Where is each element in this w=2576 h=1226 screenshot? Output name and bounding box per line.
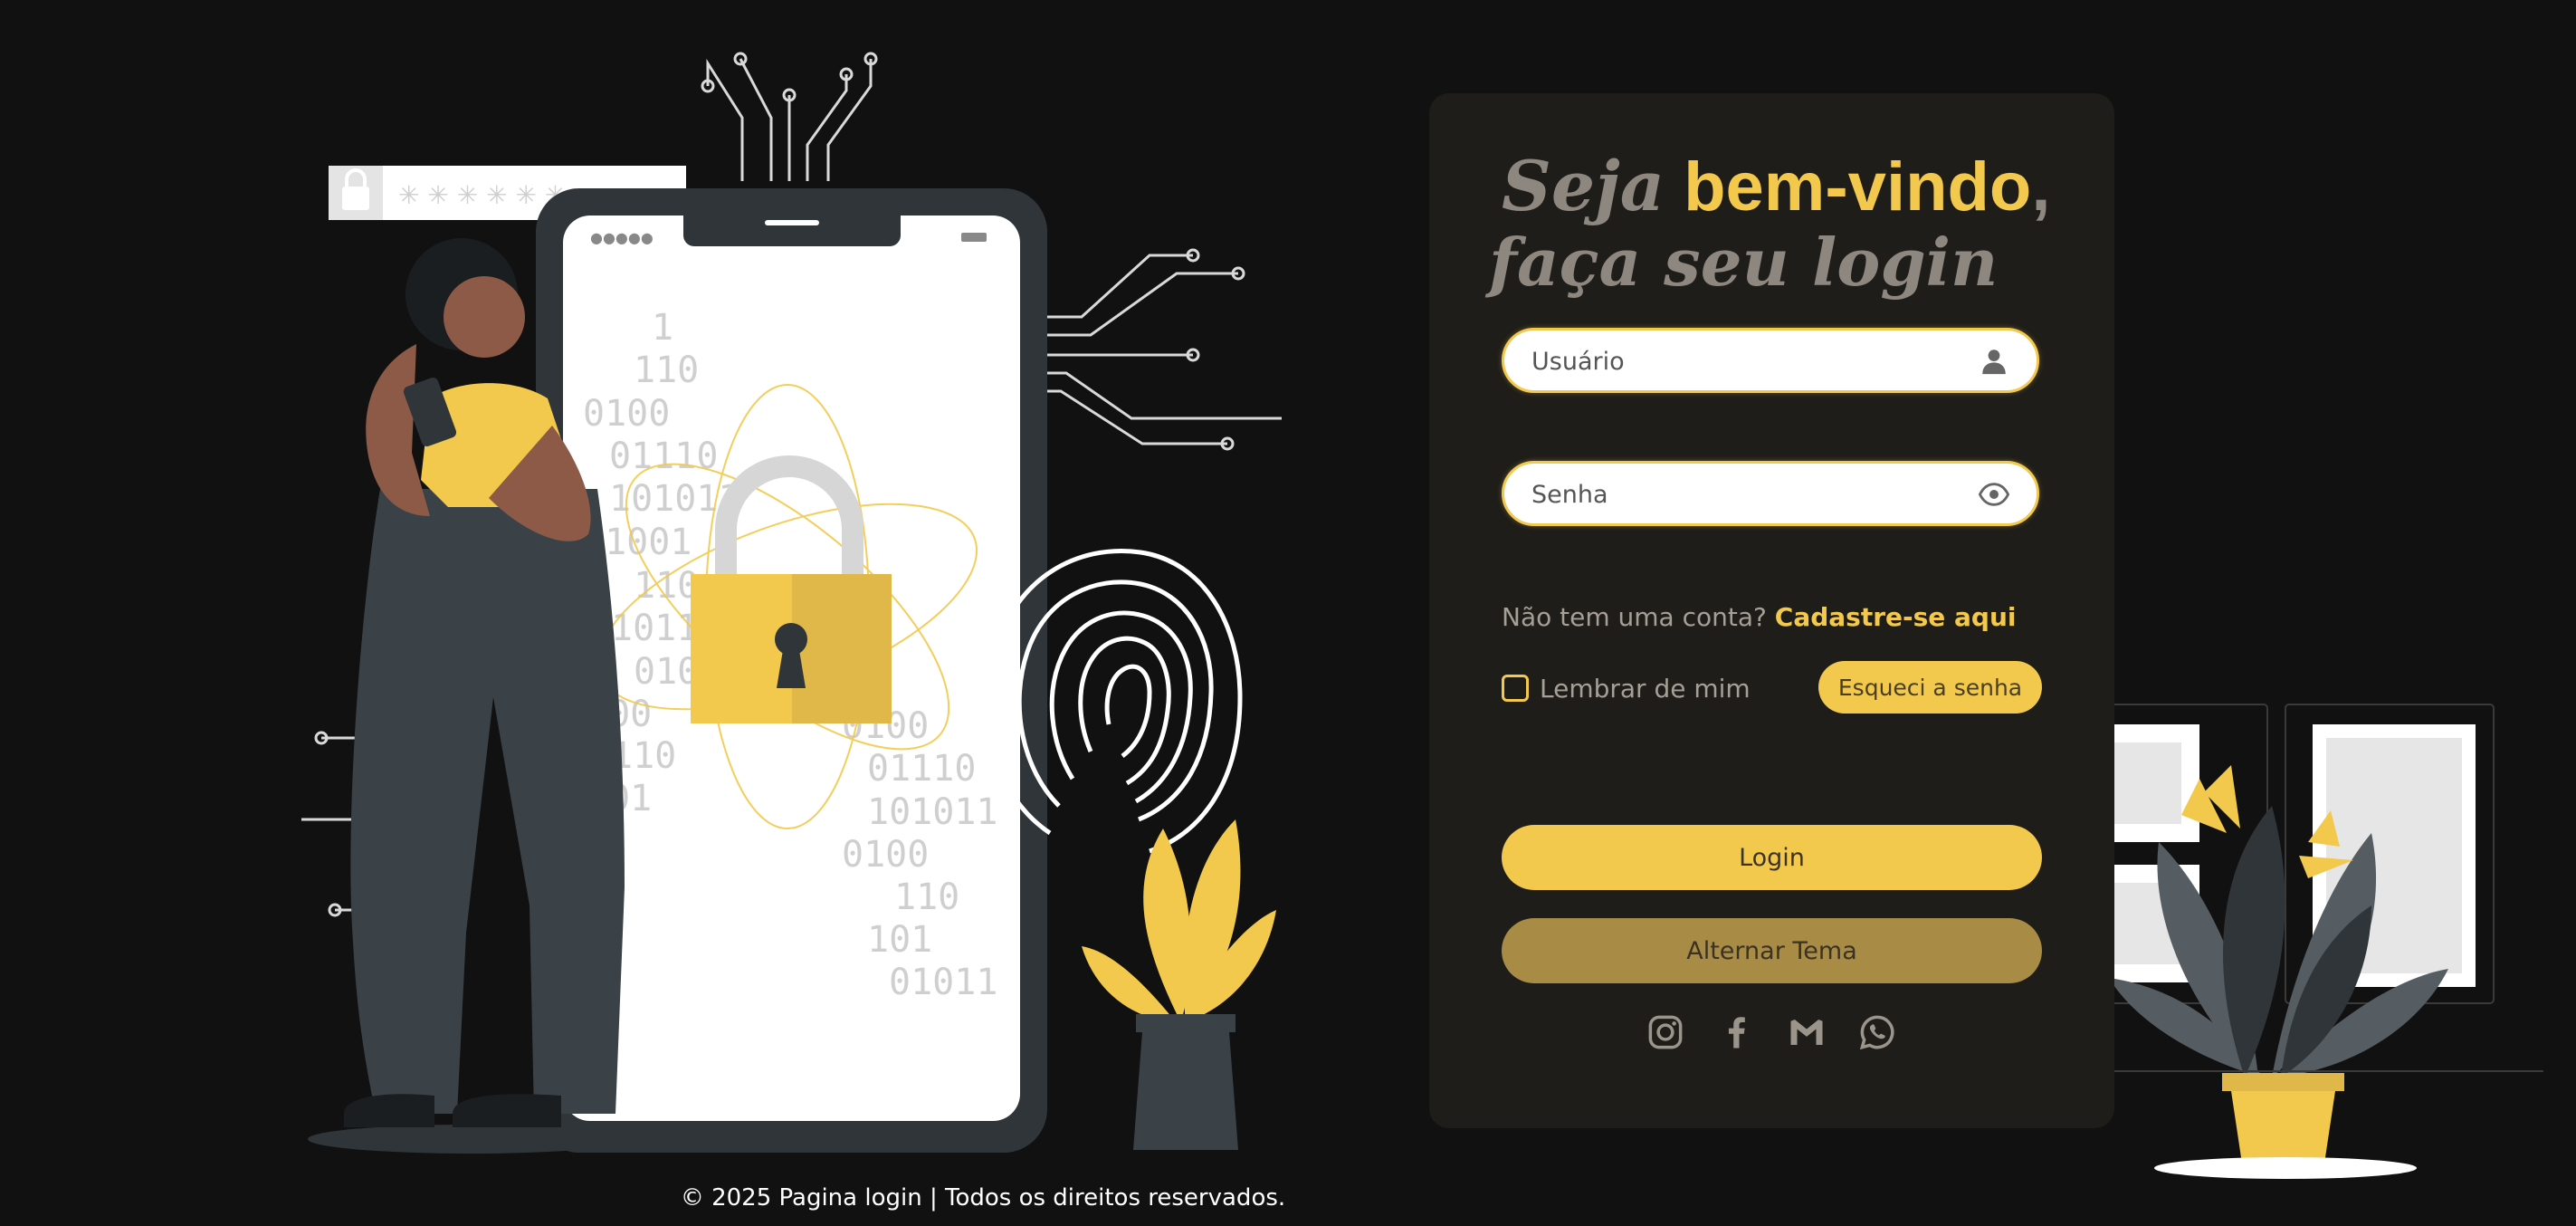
- user-icon: [1982, 350, 2006, 375]
- signup-link[interactable]: Cadastre-se aqui: [1775, 602, 2017, 632]
- title-line2: faça seu login: [1489, 224, 1999, 301]
- svg-text:01110: 01110: [609, 436, 718, 477]
- password-field: [1502, 461, 2039, 526]
- svg-text:0100: 0100: [583, 393, 670, 435]
- welcome-title: Seja bem-vindo, faça seu login: [1489, 146, 2051, 301]
- forgot-password-button[interactable]: Esqueci a senha: [1818, 661, 2042, 714]
- facebook-icon[interactable]: [1717, 1013, 1755, 1051]
- social-links: [1646, 1013, 1896, 1051]
- signup-prompt: Não tem uma conta? Cadastre-se aqui: [1502, 602, 2017, 632]
- security-illustration: ✳ ✳ ✳ ✳ ✳ ✳ ●●●●● 11100100 0111010101101…: [301, 52, 1282, 1154]
- username-field: [1502, 328, 2039, 393]
- svg-text:101011: 101011: [867, 791, 998, 833]
- remember-me[interactable]: Lembrar de mim: [1502, 670, 1751, 706]
- svg-text:101: 101: [867, 919, 932, 961]
- toggle-theme-button[interactable]: Alternar Tema: [1502, 918, 2042, 983]
- svg-text:01110: 01110: [867, 748, 976, 790]
- remember-checkbox[interactable]: [1502, 675, 1529, 702]
- footer-copyright: © 2025 Pagina login | Todos os direitos …: [680, 1184, 1286, 1212]
- whatsapp-icon[interactable]: [1858, 1013, 1896, 1051]
- username-input[interactable]: [1530, 330, 1968, 392]
- login-card: Seja bem-vindo, faça seu login Não tem u…: [1429, 93, 2114, 1128]
- svg-text:010: 010: [634, 651, 699, 693]
- password-mask-text: ✳ ✳ ✳ ✳ ✳ ✳: [398, 180, 566, 210]
- svg-text:110: 110: [894, 876, 959, 918]
- svg-text:110: 110: [634, 350, 699, 391]
- svg-text:110: 110: [634, 565, 699, 607]
- svg-text:01011: 01011: [889, 962, 997, 1003]
- svg-text:1011: 1011: [611, 608, 698, 649]
- remember-label: Lembrar de mim: [1540, 673, 1751, 704]
- signup-text: Não tem uma conta?: [1502, 602, 1767, 632]
- gmail-icon[interactable]: [1788, 1013, 1826, 1051]
- svg-text:1: 1: [652, 307, 673, 349]
- password-input[interactable]: [1530, 464, 1968, 525]
- svg-text:●●●●●: ●●●●●: [590, 229, 654, 246]
- title-comma: ,: [2031, 148, 2051, 225]
- eye-icon[interactable]: [1979, 479, 2009, 510]
- instagram-icon[interactable]: [1646, 1013, 1684, 1051]
- title-bem-vindo: bem-vindo: [1684, 148, 2032, 225]
- login-button[interactable]: Login: [1502, 825, 2042, 890]
- title-seja: Seja: [1502, 146, 1665, 226]
- svg-text:0100: 0100: [842, 834, 929, 876]
